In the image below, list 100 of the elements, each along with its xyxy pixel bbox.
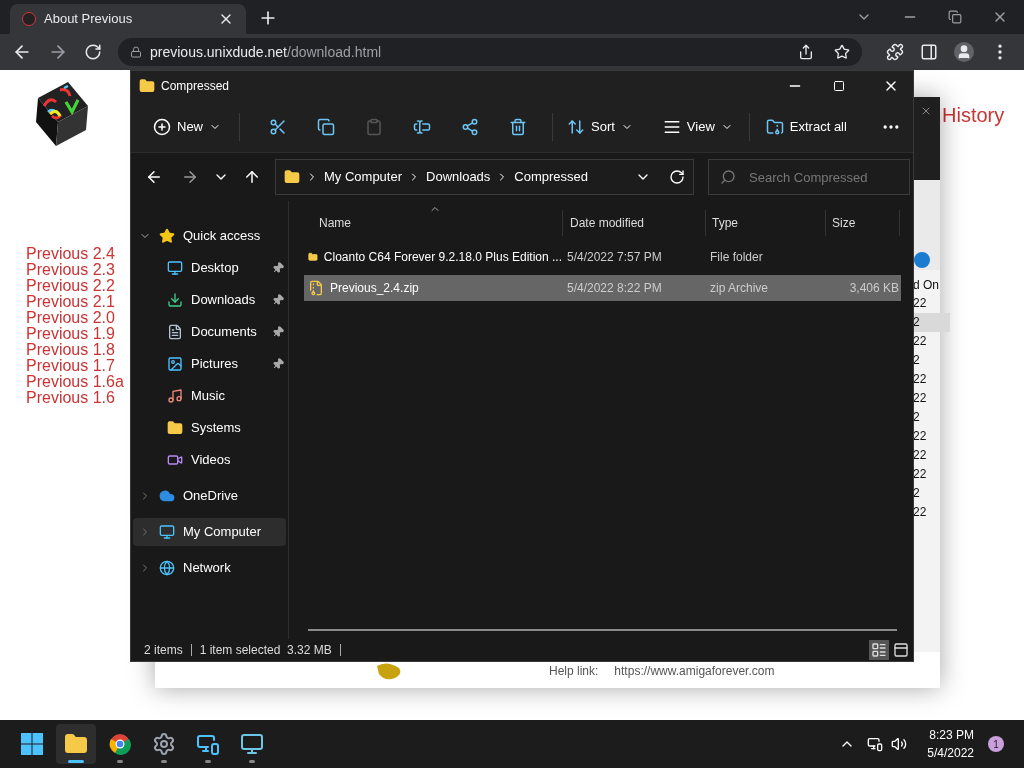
search-field[interactable]: Search Compressed [708,159,910,195]
monitor-icon [159,524,175,540]
version-link[interactable]: Previous 2.1 [26,294,124,310]
monitor-icon [196,732,220,756]
share-icon[interactable] [798,44,814,60]
plus-icon [153,117,171,136]
file-name: Cloanto C64 Forever 9.2.18.0 Plus Edition ... [323,249,562,266]
profile-icon[interactable] [954,42,974,62]
version-link[interactable]: Previous 1.6a [26,374,124,390]
type-cell-text: zip Archive [709,280,770,297]
version-link[interactable]: Previous 1.8 [26,342,124,358]
cut-icon [269,117,287,136]
version-link[interactable]: Previous 1.7 [26,358,124,374]
gear-icon [152,732,176,756]
star-icon [159,228,175,244]
details-view-icon [871,642,887,658]
favicon-icon [22,12,36,26]
column-header[interactable]: Type [705,210,825,236]
file-row[interactable]: Previous_2.4.zip 5/4/2022 8:22 PM zip Archive 3,406 KB [304,275,901,301]
version-link[interactable]: Previous 2.3 [26,262,124,278]
table-cell-text: 2 [913,352,921,369]
column-header[interactable]: Name [304,210,562,236]
folder-icon [139,78,155,94]
url-host: previous.unixdude.net [150,42,287,62]
copy-icon [317,117,335,136]
bookmark-star-icon[interactable] [834,44,850,60]
date-cell-text: 5/4/2022 8:22 PM [566,280,663,297]
monitor-icon [240,732,264,756]
globe-icon [159,560,175,576]
table-cell-text: 22 [913,295,928,312]
extract-all-button[interactable]: Extract all [761,110,851,143]
nav-item[interactable]: Network [133,554,286,582]
help-icon[interactable] [914,252,930,268]
column-header: d On [913,277,940,294]
paste-icon [365,117,383,136]
windows-logo-icon [21,733,43,755]
reload-icon[interactable] [84,43,102,61]
volume-icon[interactable] [891,736,908,752]
column-header[interactable]: Size [825,210,900,236]
window-title: Compressed [161,78,231,95]
folder-icon [284,169,300,185]
file-name: Previous_2.4.zip [330,280,419,297]
browser-tab[interactable]: About Previous [10,4,246,34]
nav-item[interactable]: Downloads [131,286,288,314]
taskbar-app[interactable] [56,724,96,764]
search-icon [720,169,736,185]
back-icon[interactable] [145,168,163,186]
table-cell-text: 22 [913,371,928,388]
nav-item[interactable]: Videos [131,446,288,474]
nav-item[interactable]: Desktop [131,254,288,282]
refresh-icon[interactable] [669,169,685,185]
nav-item[interactable]: Documents [131,318,288,346]
monitor-icon [167,260,183,276]
view-toggle[interactable] [891,640,911,660]
nav-item[interactable]: My Computer [133,518,286,546]
table-cell-text: 22 [913,447,928,464]
clock-date[interactable]: 5/4/2022 [927,744,974,762]
file-row[interactable]: Cloanto C64 Forever 9.2.18.0 Plus Edition ... 5/4/2022 7:57 PM File folder [304,244,901,270]
nav-item[interactable]: OneDrive [133,482,286,510]
version-link[interactable]: Previous 1.9 [26,326,124,342]
side-panel-icon[interactable] [920,43,938,61]
up-icon[interactable] [243,168,261,186]
share-icon [461,117,479,136]
extensions-icon[interactable] [886,43,904,61]
column-header[interactable]: Date modified [562,210,705,236]
document-icon [167,324,183,340]
breadcrumb-item[interactable]: Compressed [514,167,589,187]
download-icon [167,292,183,308]
address-bar[interactable]: My Computer Downloads Compressed [275,159,694,195]
view-button[interactable]: View [658,110,737,143]
tab-title: About Previous [44,10,134,29]
tiles-view-icon [893,642,909,658]
nav-item[interactable]: Systems [131,414,288,442]
network-icon[interactable] [867,736,884,752]
restore-icon[interactable] [948,10,962,24]
forward-icon[interactable] [181,168,199,186]
maximize-icon[interactable] [833,80,845,92]
help-label: Help link: [549,663,599,680]
breadcrumb-item[interactable]: My Computer [324,167,403,187]
view-toggle[interactable] [869,640,889,660]
breadcrumb-item[interactable]: Downloads [426,167,491,187]
nav-item[interactable]: Quick access [133,222,286,250]
cloud-icon [159,488,175,504]
version-link[interactable]: Previous 1.6 [26,390,124,406]
clock-time[interactable]: 8:23 PM [929,726,974,744]
music-icon [167,388,183,404]
archive-folder-icon [765,117,784,136]
nav-item[interactable]: Music [131,382,288,410]
new-button[interactable]: New [149,110,225,143]
history-link[interactable]: History [942,100,1005,130]
version-link[interactable]: Previous 2.2 [26,278,124,294]
address-bar[interactable]: previous.unixdude.net/download.html [118,38,862,66]
version-link[interactable]: Previous 2.4 [26,246,124,262]
rename-icon [413,117,431,136]
sort-button[interactable]: Sort [563,110,637,143]
table-cell-text: 22 [913,466,928,483]
notification-badge[interactable]: 1 [988,736,1004,752]
version-link[interactable]: Previous 2.0 [26,310,124,326]
lock-icon [130,46,142,58]
nav-item[interactable]: Pictures [131,350,288,378]
